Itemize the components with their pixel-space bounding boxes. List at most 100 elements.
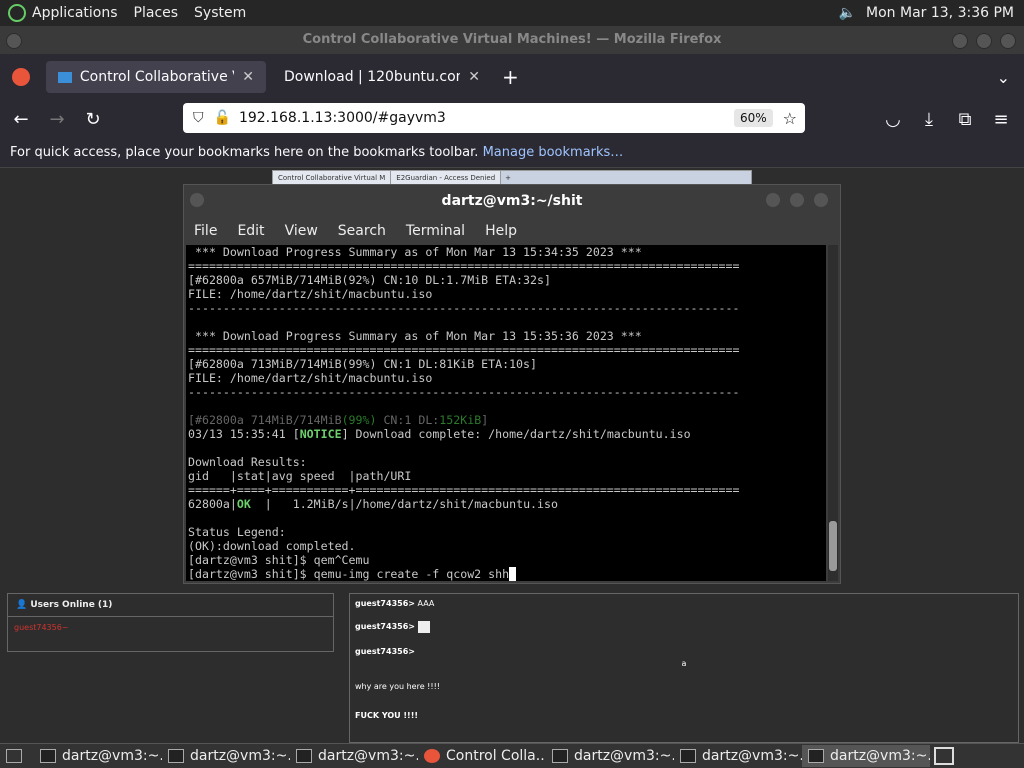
extensions-icon[interactable]: ⧉ (950, 104, 980, 134)
applications-menu[interactable]: Applications (32, 5, 118, 21)
chat-message: guest74356> AAA (355, 599, 435, 608)
taskbar-item[interactable]: dartz@vm3:~... (162, 745, 290, 767)
terminal-screen[interactable]: *** Download Progress Summary as of Mon … (186, 245, 826, 581)
manage-bookmarks-link[interactable]: Manage bookmarks… (483, 145, 624, 160)
taskbar-item[interactable]: dartz@vm3:~... (290, 745, 418, 767)
terminal-line: ======+====+===========+================… (188, 483, 740, 497)
users-online-header: Users Online (1) (30, 600, 113, 610)
maximize-icon[interactable] (976, 33, 992, 49)
downloads-icon[interactable]: ⤓ (914, 104, 944, 134)
tab-title: Control Collaborative Virtual Machines! (79, 69, 234, 85)
tab-bar: Control Collaborative Virtual Machines! … (0, 54, 1024, 100)
back-icon[interactable]: ← (6, 104, 36, 134)
terminal-icon (296, 749, 312, 763)
scrollbar-thumb[interactable] (829, 521, 837, 571)
terminal-line: ----------------------------------------… (188, 301, 740, 315)
url-text[interactable]: 192.168.1.13:3000/#gayvm3 (239, 110, 446, 126)
show-desktop-icon[interactable] (6, 749, 22, 763)
terminal-line: FILE: /home/dartz/shit/macbuntu.iso (188, 371, 433, 385)
shield-icon[interactable]: ⛉ (193, 110, 204, 126)
list-tabs-icon[interactable]: ⌄ (997, 68, 1010, 87)
terminal-line: ========================================… (188, 259, 740, 273)
url-bar[interactable]: ⛉ 🔓 192.168.1.13:3000/#gayvm3 60% ☆ (183, 103, 805, 133)
terminal-icon (680, 749, 696, 763)
close-tab-icon[interactable]: ✕ (468, 69, 480, 85)
close-window-icon[interactable] (1000, 33, 1016, 49)
terminal-window: dartz@vm3:~/shit File Edit View Search T… (183, 184, 841, 584)
taskbar-item[interactable]: dartz@vm3:~... (546, 745, 674, 767)
bookmarks-toolbar: For quick access, place your bookmarks h… (0, 138, 1024, 168)
pocket-icon[interactable]: ◡ (878, 104, 908, 134)
terminal-line: FILE: /home/dartz/shit/macbuntu.iso (188, 287, 433, 301)
terminal-line: 03/13 15:35:41 [NOTICE] Download complet… (188, 427, 691, 441)
terminal-line: (OK):download completed. (188, 539, 356, 553)
places-menu[interactable]: Places (134, 5, 179, 21)
tab-control-vm[interactable]: Control Collaborative Virtual Machines! … (46, 61, 266, 93)
terminal-icon (168, 749, 184, 763)
terminal-line: [dartz@vm3 shit]$ qem^Cemu (188, 553, 370, 567)
terminal-minimize-icon[interactable] (766, 193, 780, 207)
zoom-badge[interactable]: 60% (733, 109, 773, 127)
terminal-maximize-icon[interactable] (790, 193, 804, 207)
insecure-lock-icon[interactable]: 🔓 (214, 110, 231, 126)
terminal-line: [#62800a 657MiB/714MiB(92%) CN:10 DL:1.7… (188, 273, 551, 287)
reload-icon[interactable]: ↻ (78, 104, 108, 134)
window-menu-icon[interactable] (6, 33, 22, 49)
terminal-line: ----------------------------------------… (188, 385, 740, 399)
forward-icon[interactable]: → (42, 104, 72, 134)
vm-tab[interactable]: E2Guardian - Access Denied (391, 171, 502, 185)
terminal-line: Download Results: (188, 455, 307, 469)
taskbar-item[interactable]: dartz@vm3:~... (34, 745, 162, 767)
chat-message: a (681, 659, 687, 668)
terminal-icon (552, 749, 568, 763)
menu-search[interactable]: Search (338, 223, 386, 239)
vm-new-tab-icon[interactable]: + (501, 174, 515, 182)
terminal-line: 62800a|OK | 1.2MiB/s|/home/dartz/shit/ma… (188, 497, 558, 511)
online-user[interactable]: guest74356~ (8, 617, 333, 638)
menu-help[interactable]: Help (485, 223, 517, 239)
taskbar-item[interactable]: dartz@vm3:~... (802, 745, 930, 767)
terminal-line: *** Download Progress Summary as of Mon … (188, 245, 642, 259)
taskbar-item[interactable]: dartz@vm3:~... (674, 745, 802, 767)
bookmark-star-icon[interactable]: ☆ (783, 109, 797, 128)
chat-message: why are you here !!!! (355, 682, 441, 691)
text-cursor (509, 567, 517, 581)
menu-file[interactable]: File (194, 223, 217, 239)
vm-tab[interactable]: Control Collaborative Virtual M (273, 171, 392, 185)
terminal-title: dartz@vm3:~/shit (441, 193, 583, 209)
terminal-line: [#62800a 713MiB/714MiB(99%) CN:1 DL:81Ki… (188, 357, 538, 371)
firefox-icon (424, 749, 440, 763)
menu-terminal[interactable]: Terminal (406, 223, 465, 239)
app-menu-icon[interactable] (8, 4, 26, 22)
terminal-line: gid |stat|avg speed |path/URI (188, 469, 412, 483)
menu-icon[interactable]: ≡ (986, 104, 1016, 134)
terminal-line: [dartz@vm3 shit]$ qemu-img create -f qco… (188, 567, 826, 581)
users-online-panel: 👤 Users Online (1) guest74356~ (7, 593, 334, 652)
top-panel: Applications Places System 🔈 Mon Mar 13,… (0, 0, 1024, 26)
terminal-scrollbar[interactable] (828, 245, 838, 581)
terminal-close-icon[interactable] (814, 193, 828, 207)
bookmarks-hint: For quick access, place your bookmarks h… (10, 145, 479, 160)
terminal-menu-icon[interactable] (190, 193, 204, 207)
tab-download[interactable]: Download | 120buntu.com ✕ (272, 61, 492, 93)
terminal-line: *** Download Progress Summary as of Mon … (188, 329, 642, 343)
volume-icon[interactable]: 🔈 (839, 5, 856, 21)
terminal-line: Status Legend: (188, 525, 286, 539)
new-tab-icon[interactable]: + (502, 65, 519, 89)
taskbar: dartz@vm3:~... dartz@vm3:~... dartz@vm3:… (0, 743, 1024, 768)
menu-edit[interactable]: Edit (237, 223, 264, 239)
clock[interactable]: Mon Mar 13, 3:36 PM (866, 5, 1014, 21)
close-tab-icon[interactable]: ✕ (242, 69, 254, 85)
workspace-switcher-icon[interactable] (934, 747, 954, 765)
menu-view[interactable]: View (285, 223, 318, 239)
taskbar-item[interactable]: Control Colla... (418, 745, 546, 767)
firefox-icon[interactable] (12, 68, 30, 86)
terminal-icon (808, 749, 824, 763)
terminal-line: [#62800a 714MiB/714MiB(99%) CN:1 DL:152K… (188, 413, 489, 427)
system-menu[interactable]: System (194, 5, 246, 21)
image-attachment-icon[interactable] (417, 620, 430, 633)
minimize-icon[interactable] (952, 33, 968, 49)
